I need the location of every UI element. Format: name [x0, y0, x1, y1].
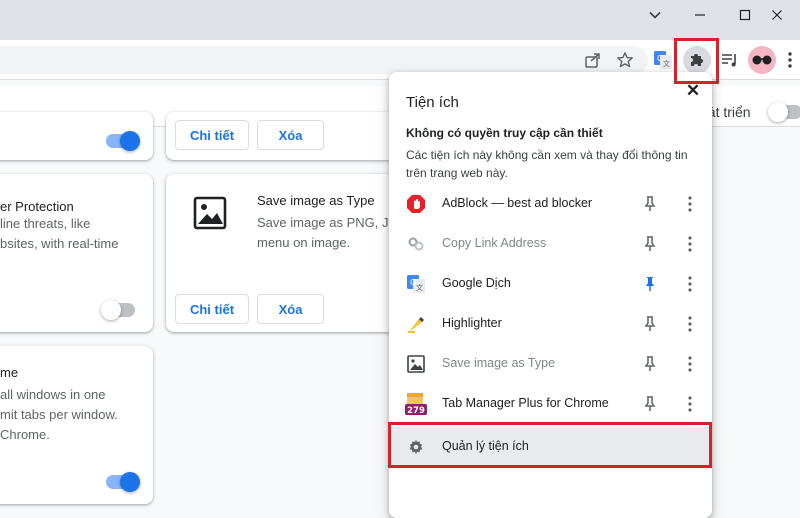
adblock-icon — [407, 195, 425, 213]
google-translate-icon: G文 — [654, 51, 672, 69]
reading-list-icon — [722, 54, 736, 67]
more-vertical-icon[interactable] — [681, 234, 699, 254]
extension-description: bsites, with real-time — [0, 236, 119, 251]
close-window-button[interactable] — [754, 0, 800, 30]
chrome-menu-button[interactable] — [780, 46, 800, 74]
pin-icon[interactable] — [640, 234, 660, 254]
more-vertical-icon[interactable] — [681, 314, 699, 334]
minimize-button[interactable] — [677, 0, 723, 30]
pinned-icon[interactable] — [640, 274, 660, 294]
share-button[interactable] — [579, 46, 607, 74]
remove-button[interactable]: Xóa — [257, 120, 324, 150]
details-button[interactable]: Chi tiết — [175, 120, 249, 150]
google-translate-icon: G文 — [407, 275, 425, 293]
extension-card: er Protection line threats, like bsites,… — [0, 174, 153, 332]
extension-row-tab-manager[interactable]: 279 Tab Manager Plus for Chrome — [389, 384, 712, 424]
image-icon — [407, 355, 425, 373]
sunglasses-avatar-icon — [752, 55, 772, 65]
share-icon — [585, 53, 600, 68]
chevron-down-icon — [649, 11, 661, 19]
extension-enable-toggle[interactable] — [106, 472, 140, 492]
title-bar — [0, 0, 800, 40]
extension-description: line threats, like — [0, 216, 91, 231]
extension-name: Google Dịch — [442, 276, 511, 290]
extension-name: Highlighter — [442, 316, 502, 330]
star-icon — [617, 52, 633, 68]
highlight-box-extensions-button — [674, 38, 719, 84]
extension-name: Copy Link Address — [442, 236, 547, 250]
extension-description: Save image as PNG, JF — [257, 215, 397, 230]
reading-list-button[interactable] — [716, 46, 744, 74]
extension-description: mit tabs per window. — [0, 407, 118, 422]
bookmark-button[interactable] — [611, 46, 639, 74]
svg-text:文: 文 — [416, 283, 423, 292]
more-vertical-icon[interactable] — [681, 274, 699, 294]
pin-icon[interactable] — [640, 354, 660, 374]
more-vertical-icon — [788, 52, 792, 68]
close-popup-button[interactable]: ✕ — [684, 82, 702, 100]
extension-name: Save image as Type — [442, 356, 556, 370]
extension-title: Save image as Type — [257, 193, 375, 208]
popup-title: Tiện ích — [406, 94, 459, 111]
pin-icon[interactable] — [640, 194, 660, 214]
more-vertical-icon[interactable] — [681, 354, 699, 374]
extension-card: me all windows in one mit tabs per windo… — [0, 346, 153, 504]
extension-row-copy-link[interactable]: Copy Link Address — [389, 224, 712, 264]
access-heading: Không có quyền truy cập cần thiết — [406, 126, 603, 140]
minimize-icon — [695, 14, 705, 16]
extension-card: Save image as Type Save image as PNG, JF… — [166, 174, 402, 332]
extension-title: er Protection — [0, 199, 74, 214]
extension-enable-toggle[interactable] — [106, 131, 140, 151]
extension-name: AdBlock — best ad blocker — [442, 196, 593, 210]
remove-button[interactable]: Xóa — [257, 294, 324, 324]
extension-card: Chi tiết Xóa — [166, 112, 402, 160]
tab-manager-icon: 279 — [405, 393, 427, 416]
extension-name: Tab Manager Plus for Chrome — [442, 396, 609, 410]
pin-icon[interactable] — [640, 394, 660, 414]
extension-enable-toggle[interactable] — [101, 300, 135, 320]
tab-search-button[interactable] — [632, 0, 678, 30]
extension-description: Chrome. — [0, 427, 50, 442]
google-translate-toolbar-button[interactable]: G文 — [649, 46, 677, 74]
extension-description: all windows in one — [0, 387, 106, 402]
highlight-box-manage-extensions — [388, 422, 712, 468]
extension-row-highlighter[interactable]: Highlighter — [389, 304, 712, 344]
link-icon — [408, 237, 424, 251]
extension-title: me — [0, 365, 19, 380]
extension-row-google-translate[interactable]: G文 Google Dịch — [389, 264, 712, 304]
highlighter-icon — [408, 317, 424, 333]
developer-mode-toggle[interactable] — [768, 102, 800, 122]
more-vertical-icon[interactable] — [681, 194, 699, 214]
extension-row-adblock[interactable]: AdBlock — best ad blocker — [389, 184, 712, 224]
maximize-icon — [739, 9, 751, 21]
extension-description: menu on image. — [257, 235, 351, 250]
tab-count-badge: 279 — [407, 406, 425, 416]
profile-avatar[interactable] — [748, 46, 776, 74]
more-vertical-icon[interactable] — [681, 394, 699, 414]
svg-text:文: 文 — [663, 59, 670, 68]
access-description: Các tiện ích này không cần xem và thay đ… — [406, 148, 688, 180]
extension-row-save-image[interactable]: Save image as Type — [389, 344, 712, 384]
image-icon — [193, 196, 227, 230]
address-bar[interactable] — [0, 46, 648, 74]
extension-card — [0, 112, 153, 160]
close-icon — [772, 10, 782, 20]
details-button[interactable]: Chi tiết — [175, 294, 249, 324]
pin-icon[interactable] — [640, 314, 660, 334]
